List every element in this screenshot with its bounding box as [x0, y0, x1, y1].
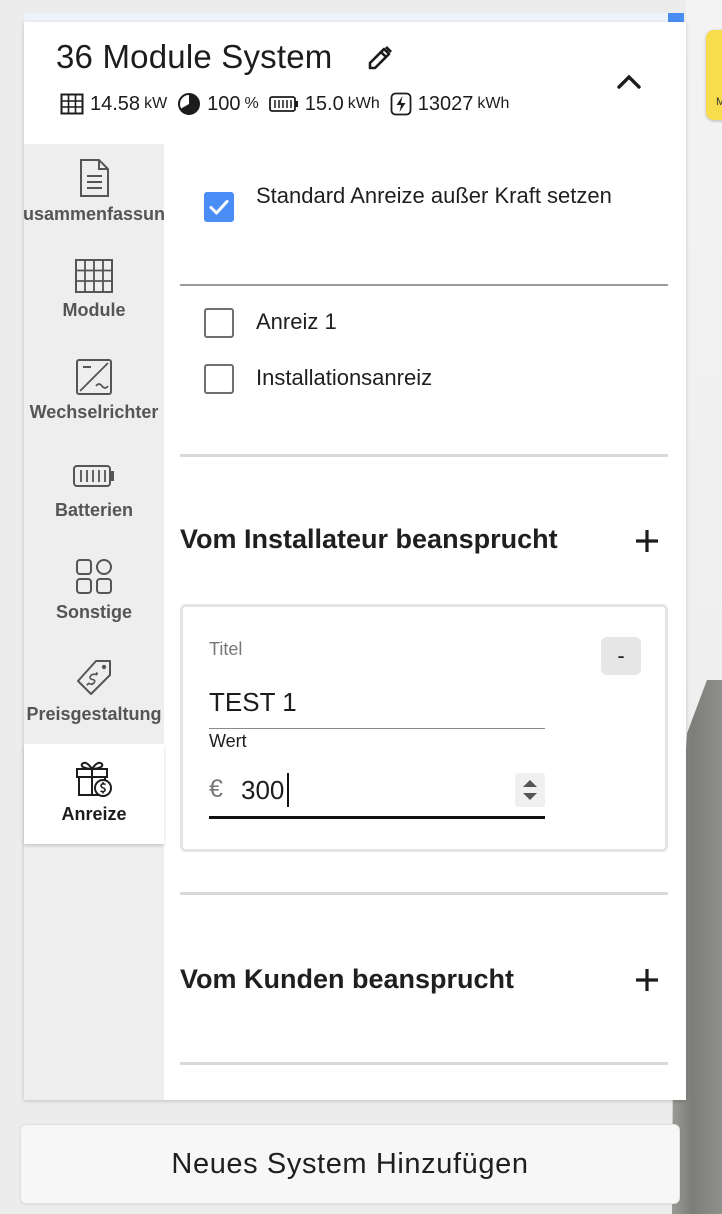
- price-tag-icon: [77, 660, 111, 695]
- sidebar-label-batterien: Batterien: [54, 500, 134, 520]
- document-icon: [80, 159, 109, 197]
- sidebar-label-anreize: Anreize: [61, 804, 127, 824]
- sidebar-item-anreize[interactable]: Anreize: [24, 744, 164, 844]
- sidebar-label-sonstige: Sonstige: [55, 602, 132, 622]
- panel-top-strip: [24, 13, 684, 22]
- sidebar-label-wechselrichter: Wechselrichter: [29, 402, 159, 422]
- map-note-card[interactable]: M: [706, 30, 722, 120]
- battery-icon: [268, 96, 298, 112]
- stat-energy: 13027 kWh: [390, 92, 510, 116]
- incentives-content: Standard Anreize außer Kraft setzen Anre…: [164, 144, 686, 1100]
- system-title: 36 Module System: [56, 38, 333, 75]
- inverter-icon: [76, 359, 112, 395]
- incentive-option-row[interactable]: Installationsanreiz: [204, 364, 432, 394]
- override-incentives-checkbox[interactable]: [204, 192, 234, 222]
- stat-energy-value: 13027: [417, 92, 474, 115]
- stat-power-value: 14.58: [90, 92, 141, 115]
- incentive-title-input[interactable]: [209, 677, 545, 729]
- remove-incentive-button[interactable]: -: [601, 637, 641, 675]
- incentive-option-label: Anreiz 1: [256, 309, 337, 334]
- system-panel: 36 Module System 14.58 kW 100 % 15.0 kWh…: [24, 22, 686, 1100]
- incentive-value-input[interactable]: [241, 771, 501, 809]
- incentive-value-label: Wert: [209, 731, 247, 751]
- stat-offset-unit: %: [244, 95, 259, 112]
- stat-battery: 15.0 kWh: [268, 92, 380, 116]
- incentive-option-row[interactable]: Anreiz 1: [204, 308, 337, 338]
- installer-section-title: Vom Installateur beansprucht: [180, 524, 558, 554]
- sidebar-item-zusammenfassung[interactable]: Zusammenfassung: [24, 144, 164, 244]
- currency-symbol: €: [209, 775, 223, 803]
- add-installer-incentive-button[interactable]: [632, 526, 662, 556]
- add-customer-incentive-button[interactable]: [632, 965, 662, 995]
- sidebar-item-batterien[interactable]: Batterien: [24, 444, 164, 544]
- scroll-indicator: [668, 13, 684, 22]
- incentive-option-checkbox[interactable]: [204, 364, 234, 394]
- sidebar-label-preisgestaltung: Preisgestaltung: [26, 704, 162, 724]
- system-stats: 14.58 kW 100 % 15.0 kWh 13027 kWh: [60, 90, 519, 118]
- sidebar-item-sonstige[interactable]: Sonstige: [24, 544, 164, 644]
- battery-icon: [73, 465, 114, 487]
- incentive-value-field[interactable]: €: [209, 767, 545, 819]
- stat-power: 14.58 kW: [60, 93, 167, 116]
- divider: [180, 454, 668, 457]
- system-header: 36 Module System 14.58 kW 100 % 15.0 kWh…: [24, 22, 686, 144]
- sidebar-label-module: Module: [62, 300, 126, 320]
- incentive-option-label: Installationsanreiz: [256, 365, 433, 390]
- check-icon: [209, 200, 229, 215]
- sidebar-item-module[interactable]: Module: [24, 244, 164, 344]
- add-system-button[interactable]: Neues System Hinzufügen: [20, 1124, 680, 1204]
- override-incentives-row[interactable]: Standard Anreize außer Kraft setzen: [204, 183, 616, 222]
- stat-offset: 100 %: [177, 92, 259, 116]
- divider: [180, 284, 668, 286]
- shapes-icon: [76, 559, 112, 594]
- number-spinner-icon[interactable]: [515, 773, 545, 807]
- stat-energy-unit: kWh: [477, 95, 510, 112]
- sidebar-label-zusammenfassung: Zusammenfassung: [24, 204, 164, 224]
- sidebar-item-preisgestaltung[interactable]: Preisgestaltung: [24, 644, 164, 744]
- installer-incentive-card: Titel - Wert €: [180, 604, 668, 852]
- energy-bolt-icon: [390, 92, 412, 116]
- chevron-up-icon[interactable]: [612, 64, 646, 98]
- incentive-title-label: Titel: [209, 639, 243, 659]
- stat-battery-unit: kWh: [347, 95, 380, 112]
- divider: [180, 892, 668, 895]
- stat-offset-value: 100: [207, 92, 241, 115]
- gift-icon: [76, 761, 112, 797]
- module-grid-icon: [75, 259, 113, 293]
- sidebar-item-wechselrichter[interactable]: Wechselrichter: [24, 344, 164, 444]
- customer-section-title: Vom Kunden beansprucht: [180, 964, 515, 994]
- solar-panel-icon: [60, 93, 84, 115]
- pie-chart-icon: [178, 93, 201, 115]
- section-sidebar: Zusammenfassung Module Wechselrichter: [24, 144, 164, 1100]
- stat-battery-value: 15.0: [304, 92, 344, 115]
- text-caret: [287, 773, 289, 807]
- override-incentives-label: Standard Anreize außer Kraft setzen: [256, 183, 612, 208]
- divider: [180, 1062, 668, 1065]
- stat-power-unit: kW: [144, 95, 168, 112]
- incentive-option-checkbox[interactable]: [204, 308, 234, 338]
- pencil-icon[interactable]: [364, 42, 396, 74]
